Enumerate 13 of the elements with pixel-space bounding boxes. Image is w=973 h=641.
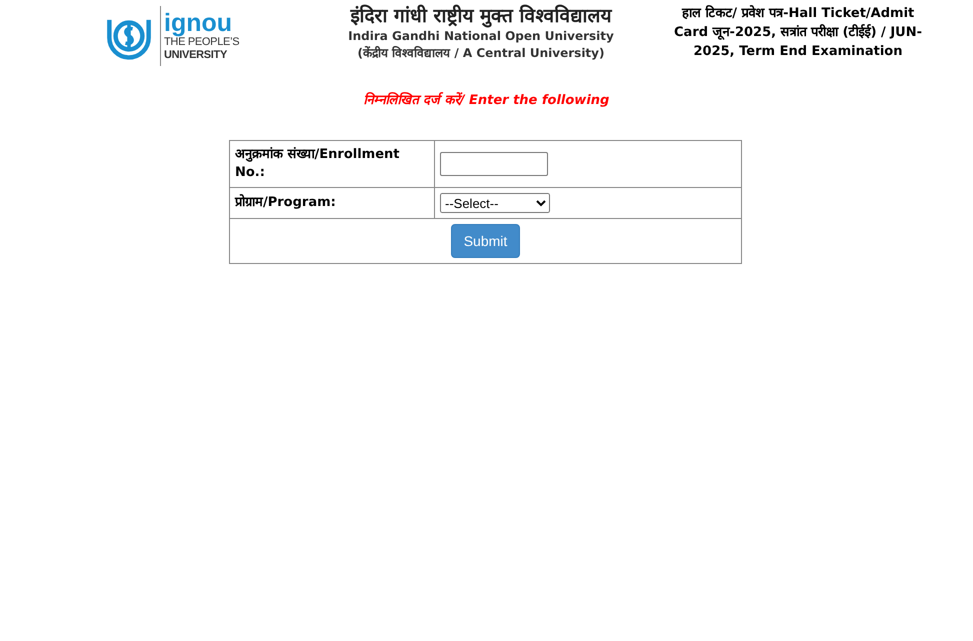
- program-dropdown[interactable]: --Select--: [440, 193, 550, 213]
- admit-card-heading: हाल टिकट/ प्रवेश पत्र-Hall Ticket/Admit Card जून-2025, सत्रांत परीक्षा (टीईई) / JUN-2025, Term End Examination: [673, 4, 923, 61]
- logo-tagline: UNIVERSITY: [164, 50, 228, 61]
- logo-tagline: THE PEOPLE’S: [164, 37, 240, 48]
- field-label: अनुक्रमांक संख्या/Enrollment No.:: [235, 147, 400, 180]
- field-label: प्रोग्राम/Program:: [235, 195, 336, 210]
- submit-button[interactable]: Submit: [450, 224, 520, 258]
- university-name: Indira Gandhi National Open University: [347, 28, 615, 45]
- university-subtitle: (केंद्रीय विश्वविद्यालय / A Central University): [356, 45, 606, 62]
- enrollment-input[interactable]: [440, 152, 548, 176]
- instruction-text: निम्नलिखित दर्ज करें/ Enter the following: [362, 91, 610, 108]
- logo-wordmark: ignou: [164, 11, 234, 35]
- university-title: इंदिरा गांधी राष्ट्रीय मुक्त विश्वविद्यालय: [349, 4, 614, 28]
